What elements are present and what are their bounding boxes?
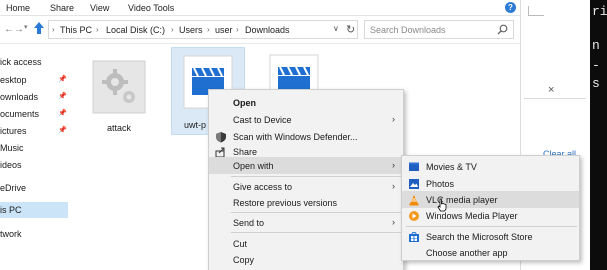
divider: [524, 98, 586, 99]
menu-separator: [231, 176, 401, 177]
search-input[interactable]: [365, 21, 483, 38]
chevron-right-icon: ›: [392, 160, 395, 170]
breadcrumb-local-disk[interactable]: Local Disk (C:): [106, 25, 165, 35]
chevron-right-icon: ›: [392, 217, 395, 227]
breadcrumb-downloads[interactable]: Downloads: [245, 25, 290, 35]
file-name: attack: [106, 123, 131, 133]
hand-cursor-icon: [437, 198, 447, 212]
breadcrumb-user[interactable]: user: [215, 25, 233, 35]
context-menu: Open Cast to Device › Scan with Windows …: [208, 89, 404, 270]
open-with-submenu: Movies & TV Photos VLC media player Wind…: [401, 155, 580, 261]
forward-arrow-icon[interactable]: →: [14, 24, 24, 35]
vlc-icon: [409, 195, 419, 206]
sidebar-item-onedrive[interactable]: eDrive: [0, 180, 68, 196]
menu-item-restore-versions[interactable]: Restore previous versions: [209, 194, 403, 211]
menu-separator: [231, 212, 401, 213]
pin-icon: 📌: [58, 76, 67, 83]
chevron-right-icon: ›: [52, 25, 55, 34]
sidebar-item-music[interactable]: Music: [0, 140, 68, 156]
window-corner: [528, 6, 544, 16]
tab-view[interactable]: View: [90, 3, 109, 13]
terminal-window: ri n - s: [590, 0, 607, 270]
pin-icon: 📌: [58, 127, 67, 134]
navigation-pane: ick access esktop 📌 ownloads 📌 ocuments 📌 i…: [0, 45, 70, 270]
sidebar-item-desktop[interactable]: esktop 📌: [0, 72, 68, 88]
defender-icon: [216, 132, 226, 143]
menu-item-cast-to-device[interactable]: Cast to Device ›: [209, 111, 403, 128]
tab-video-tools[interactable]: Video Tools: [128, 3, 174, 13]
menu-item-copy[interactable]: Copy: [209, 251, 403, 268]
search-box[interactable]: [364, 20, 514, 39]
sidebar-item-this-pc[interactable]: is PC: [0, 202, 68, 218]
sidebar-item-videos[interactable]: ideos: [0, 157, 68, 173]
chevron-right-icon: ›: [207, 25, 210, 34]
menu-item-photos[interactable]: Photos: [402, 175, 579, 192]
sidebar-item-quick-access[interactable]: ick access: [0, 54, 68, 70]
address-dropdown-icon[interactable]: ∨: [333, 24, 339, 33]
sidebar-item-network[interactable]: twork: [0, 226, 68, 242]
terminal-line: -: [592, 58, 600, 73]
sidebar-item-downloads[interactable]: ownloads 📌: [0, 89, 68, 105]
menu-item-open[interactable]: Open: [209, 94, 403, 111]
terminal-line: s: [592, 76, 600, 91]
chevron-right-icon: ›: [392, 114, 395, 124]
recent-dropdown-icon[interactable]: ▾: [24, 23, 28, 31]
media-player-icon: [409, 211, 419, 221]
pin-icon: 📌: [58, 93, 67, 100]
menu-item-send-to[interactable]: Send to ›: [209, 214, 403, 231]
sidebar-item-documents[interactable]: ocuments 📌: [0, 106, 68, 122]
breadcrumb-users[interactable]: Users: [179, 25, 203, 35]
photos-icon: [409, 179, 419, 189]
menu-item-windows-media-player[interactable]: Windows Media Player: [402, 207, 579, 224]
chevron-right-icon: ›: [236, 25, 239, 34]
help-icon[interactable]: ?: [505, 2, 516, 13]
sidebar-item-pictures[interactable]: ictures 📌: [0, 123, 68, 139]
tab-share[interactable]: Share: [50, 3, 74, 13]
pin-icon: 📌: [58, 110, 67, 117]
menu-item-cut[interactable]: Cut: [209, 235, 403, 252]
settings-file-icon: [92, 60, 146, 114]
chevron-right-icon: ›: [96, 25, 99, 34]
menu-item-choose-another-app[interactable]: Choose another app: [402, 244, 579, 261]
menu-separator: [406, 226, 577, 227]
terminal-line: n: [592, 38, 600, 53]
menu-separator: [231, 232, 401, 233]
breadcrumb-this-pc[interactable]: This PC: [60, 25, 92, 35]
movies-tv-icon: [409, 162, 419, 171]
address-row: ← → ▾ › This PC › Local Disk (C:) › User…: [0, 16, 520, 44]
store-icon: [409, 232, 419, 242]
tab-home[interactable]: Home: [6, 3, 30, 13]
menu-item-search-store[interactable]: Search the Microsoft Store: [402, 228, 579, 245]
refresh-icon[interactable]: ↻: [346, 23, 355, 36]
ribbon-tabs: Home Share View Video Tools ?: [0, 0, 520, 16]
search-icon[interactable]: [497, 24, 508, 35]
close-icon[interactable]: ×: [548, 84, 554, 96]
chevron-right-icon: ›: [171, 25, 174, 34]
menu-item-movies-tv[interactable]: Movies & TV: [402, 158, 579, 175]
up-arrow-icon[interactable]: [33, 20, 45, 36]
menu-item-give-access[interactable]: Give access to ›: [209, 178, 403, 195]
back-arrow-icon[interactable]: ←: [4, 24, 14, 35]
chevron-right-icon: ›: [392, 181, 395, 191]
menu-item-vlc[interactable]: VLC media player: [402, 191, 579, 208]
file-item[interactable]: attack: [82, 53, 156, 143]
terminal-line: ri: [592, 4, 607, 19]
menu-item-open-with[interactable]: Open with ›: [209, 157, 403, 174]
address-bar[interactable]: › This PC › Local Disk (C:) › Users › us…: [48, 20, 358, 39]
